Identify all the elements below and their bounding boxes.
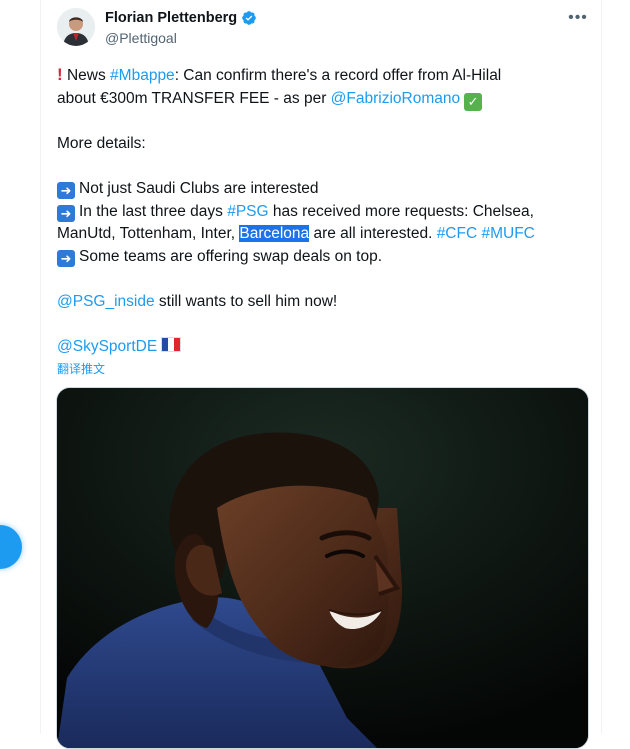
translate-tweet-link[interactable]: 翻译推文 xyxy=(57,360,105,377)
author-handle[interactable]: @Plettigoal xyxy=(105,30,177,46)
text-segment: ManUtd, Tottenham, Inter, xyxy=(57,225,240,242)
text-segment: Some teams are offering swap deals on to… xyxy=(79,247,382,265)
hashtag-cfc[interactable]: #CFC xyxy=(437,225,477,242)
author-name-row[interactable]: Florian Plettenberg xyxy=(105,10,257,26)
right-arrow-emoji-icon: ➜ xyxy=(57,204,75,222)
skysport-line: @SkySportDE xyxy=(57,336,577,359)
floating-compose-button[interactable] xyxy=(0,525,22,569)
text-segment: News xyxy=(62,67,111,84)
player-photo xyxy=(57,388,588,748)
right-arrow-emoji-icon: ➜ xyxy=(57,249,75,267)
more-icon[interactable]: ••• xyxy=(566,8,590,28)
hashtag-psg[interactable]: #PSG xyxy=(227,203,268,220)
author-name[interactable]: Florian Plettenberg xyxy=(105,10,237,26)
text-segment: about €300m TRANSFER FEE - as per xyxy=(57,89,331,107)
avatar-image xyxy=(57,8,95,46)
bullet-1: ➜ Not just Saudi Clubs are interested xyxy=(57,178,577,201)
tweet-line-1: ! News #Mbappe: Can confirm there's a re… xyxy=(57,64,577,88)
verified-badge-icon xyxy=(242,11,256,25)
tweet-text: ! News #Mbappe: Can confirm there's a re… xyxy=(57,64,577,358)
france-flag-icon xyxy=(161,336,182,352)
avatar[interactable] xyxy=(57,8,95,46)
mention-fabrizio-romano[interactable]: @FabrizioRomano xyxy=(331,90,460,107)
tweet-photo[interactable] xyxy=(56,387,589,749)
right-arrow-emoji-icon: ➜ xyxy=(57,182,75,199)
text-segment: In the last three days xyxy=(79,202,228,220)
hashtag-mufc[interactable]: #MUFC xyxy=(481,225,534,242)
mention-skysportde[interactable]: @SkySportDE xyxy=(57,338,157,355)
hashtag-mbappe[interactable]: #Mbappe xyxy=(110,67,175,84)
text-segment: Not just Saudi Clubs are interested xyxy=(79,180,319,197)
bullet-3: ➜ Some teams are offering swap deals on t… xyxy=(57,246,577,269)
text-segment: has received more requests: Chelsea, xyxy=(268,202,534,220)
mention-psg-inside[interactable]: @PSG_inside xyxy=(57,293,155,310)
psg-inside-line: @PSG_inside still wants to sell him now! xyxy=(57,291,577,314)
check-mark-emoji-icon: ✓ xyxy=(464,92,483,111)
more-details-label: More details: xyxy=(57,135,146,152)
text-segment: are all interested. xyxy=(309,225,437,242)
tweet-line-2: about €300m TRANSFER FEE - as per @Fabri… xyxy=(57,88,577,111)
text-segment: still wants to sell him now! xyxy=(154,292,338,310)
selected-text-barcelona: Barcelona xyxy=(239,225,310,242)
bullet-2: ➜ In the last three days #PSG has receive… xyxy=(57,201,577,246)
text-segment: : Can confirm there's a record offer fro… xyxy=(174,67,502,84)
